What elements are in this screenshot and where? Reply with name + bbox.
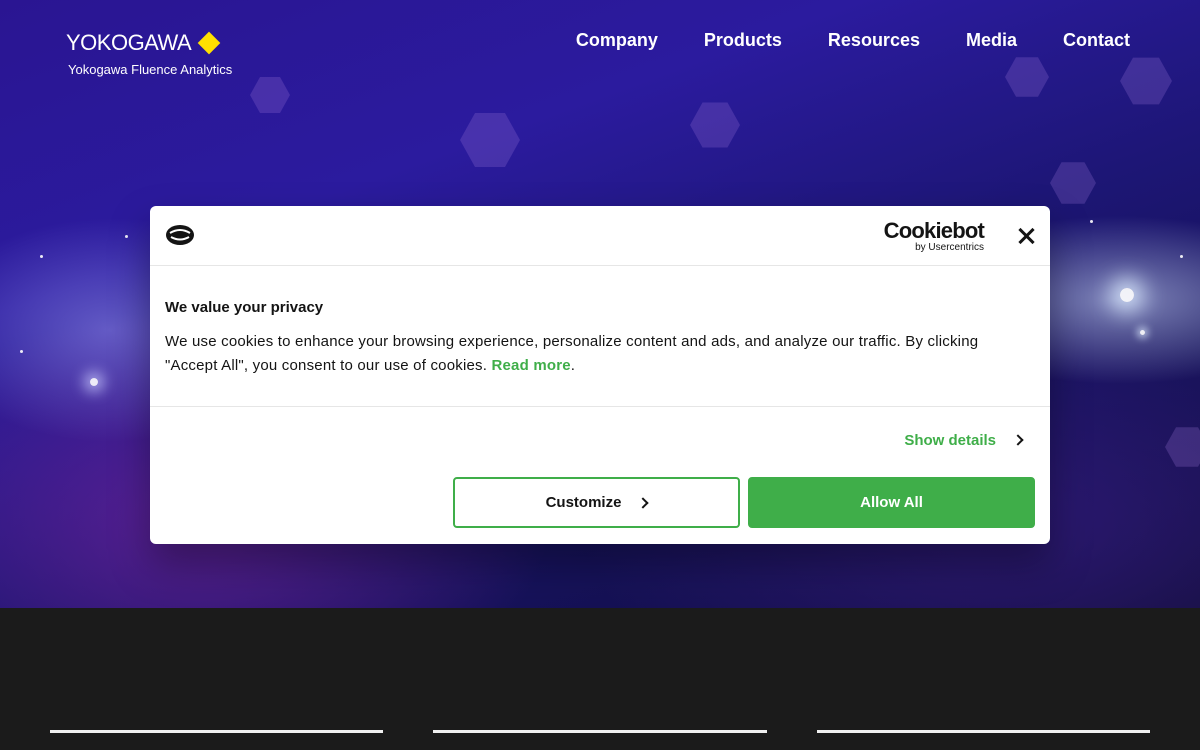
light-spark: [1140, 330, 1145, 335]
logo-wordmark: YOKOGAWA: [66, 30, 192, 55]
divider-line: [817, 730, 1150, 733]
hex-decoration: [690, 102, 740, 148]
brand-byline: by Usercentrics: [915, 242, 984, 253]
nav-item-resources[interactable]: Resources: [828, 30, 920, 51]
logo-subtitle: Yokogawa Fluence Analytics: [68, 62, 233, 77]
nav-item-contact[interactable]: Contact: [1063, 30, 1130, 51]
dialog-body: We value your privacy We use cookies to …: [150, 266, 1050, 407]
chevron-right-icon: [1012, 434, 1024, 446]
show-details-button[interactable]: Show details: [904, 432, 1024, 449]
dialog-title: We value your privacy: [165, 299, 324, 316]
light-spark: [125, 235, 128, 238]
logo-diamond-icon: [197, 31, 221, 55]
hex-decoration: [250, 77, 290, 113]
divider-line: [433, 730, 767, 733]
section-dividers: [0, 730, 1200, 734]
nav-item-media[interactable]: Media: [966, 30, 1017, 51]
nav-item-company[interactable]: Company: [576, 30, 658, 51]
light-spark: [20, 350, 23, 353]
customize-label: Customize: [545, 494, 622, 511]
hex-decoration: [460, 113, 520, 167]
light-spark: [1180, 255, 1183, 258]
light-spark: [90, 378, 98, 386]
show-details-label: Show details: [904, 432, 996, 449]
hex-decoration: [1120, 57, 1172, 105]
customize-button[interactable]: Customize: [453, 477, 740, 528]
read-more-link[interactable]: Read more: [491, 357, 570, 374]
close-icon[interactable]: [1016, 226, 1036, 246]
light-spark: [1120, 288, 1134, 302]
cookiebot-logo[interactable]: Cookiebot by Usercentrics: [883, 218, 985, 254]
hex-decoration: [1005, 57, 1049, 97]
light-spark: [40, 255, 43, 258]
allow-all-label: Allow All: [860, 494, 923, 511]
hex-decoration: [1165, 427, 1200, 467]
cookie-icon: [166, 225, 194, 245]
chevron-right-icon: [637, 496, 650, 509]
allow-all-button[interactable]: Allow All: [748, 477, 1035, 528]
divider-line: [50, 730, 383, 733]
light-spark: [1090, 220, 1093, 223]
text-period: .: [570, 357, 576, 374]
main-nav: Company Products Resources Media Contact: [576, 30, 1130, 51]
site-logo[interactable]: YOKOGAWA Yokogawa Fluence Analytics: [66, 30, 232, 77]
brand-name: Cookiebot: [883, 218, 985, 243]
dialog-text: We use cookies to enhance your browsing …: [165, 330, 1035, 378]
nav-item-products[interactable]: Products: [704, 30, 782, 51]
dialog-header: Cookiebot by Usercentrics: [150, 206, 1050, 266]
hex-decoration: [1050, 162, 1096, 204]
cookie-consent-dialog: Cookiebot by Usercentrics We value your …: [150, 206, 1050, 544]
